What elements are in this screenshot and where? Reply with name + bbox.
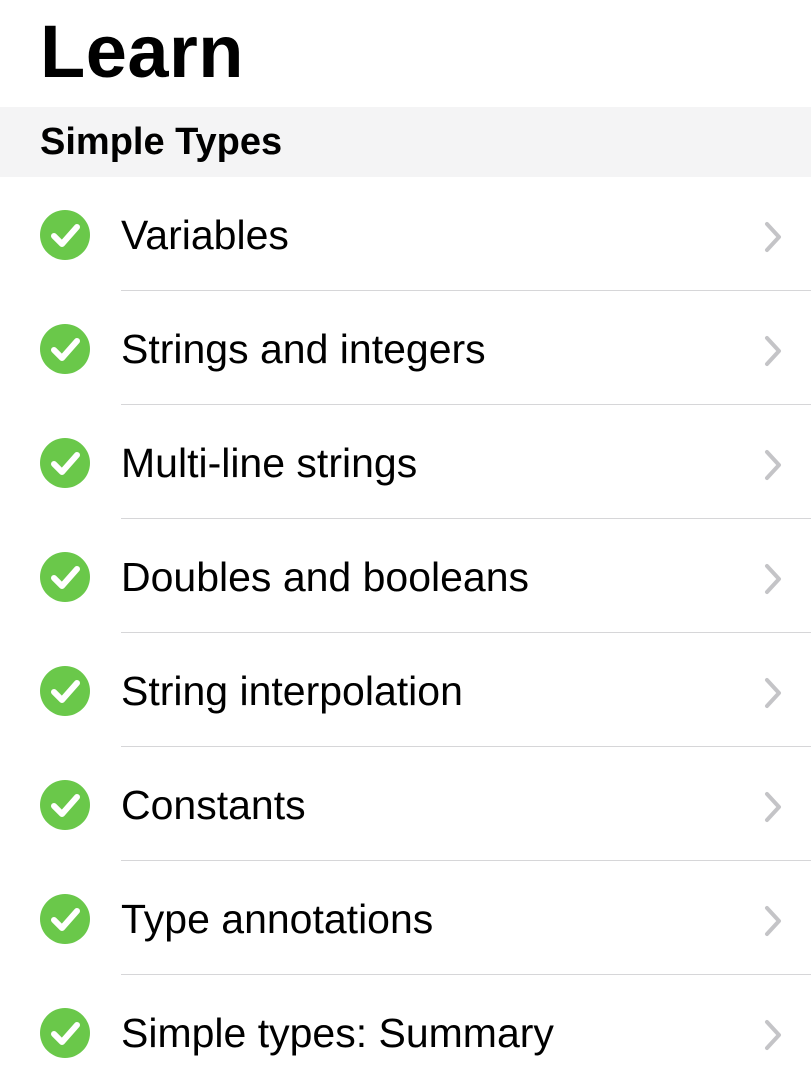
checkmark-circle-icon — [40, 780, 90, 830]
checkmark-circle-icon — [40, 552, 90, 602]
chevron-right-icon — [762, 1018, 784, 1057]
lesson-row-simple-types-summary[interactable]: Simple types: Summary — [0, 975, 811, 1089]
section-title: Simple Types — [40, 121, 283, 163]
lesson-list: Variables Strings and integers Multi-lin… — [0, 177, 811, 1089]
section-header: Simple Types — [0, 107, 811, 177]
lesson-label: Simple types: Summary — [121, 1010, 554, 1056]
lesson-row-multi-line-strings[interactable]: Multi-line strings — [0, 405, 811, 519]
checkmark-circle-icon — [40, 438, 90, 488]
chevron-right-icon — [762, 334, 784, 373]
chevron-right-icon — [762, 790, 784, 829]
chevron-right-icon — [762, 562, 784, 601]
checkmark-circle-icon — [40, 210, 90, 260]
checkmark-circle-icon — [40, 666, 90, 716]
lesson-label: String interpolation — [121, 668, 463, 714]
lesson-label: Variables — [121, 212, 289, 258]
chevron-right-icon — [762, 904, 784, 943]
lesson-row-variables[interactable]: Variables — [0, 177, 811, 291]
lesson-row-string-interpolation[interactable]: String interpolation — [0, 633, 811, 747]
lesson-row-constants[interactable]: Constants — [0, 747, 811, 861]
page-title: Learn — [40, 10, 245, 93]
lesson-label: Multi-line strings — [121, 440, 418, 486]
lesson-label: Strings and integers — [121, 326, 486, 372]
lesson-label: Type annotations — [121, 896, 434, 942]
checkmark-circle-icon — [40, 1008, 90, 1058]
lesson-row-doubles-and-booleans[interactable]: Doubles and booleans — [0, 519, 811, 633]
checkmark-circle-icon — [40, 324, 90, 374]
lesson-label: Constants — [121, 782, 306, 828]
lesson-row-type-annotations[interactable]: Type annotations — [0, 861, 811, 975]
chevron-right-icon — [762, 676, 784, 715]
lesson-label: Doubles and booleans — [121, 554, 530, 600]
lesson-row-strings-and-integers[interactable]: Strings and integers — [0, 291, 811, 405]
chevron-right-icon — [762, 448, 784, 487]
chevron-right-icon — [762, 220, 784, 259]
checkmark-circle-icon — [40, 894, 90, 944]
